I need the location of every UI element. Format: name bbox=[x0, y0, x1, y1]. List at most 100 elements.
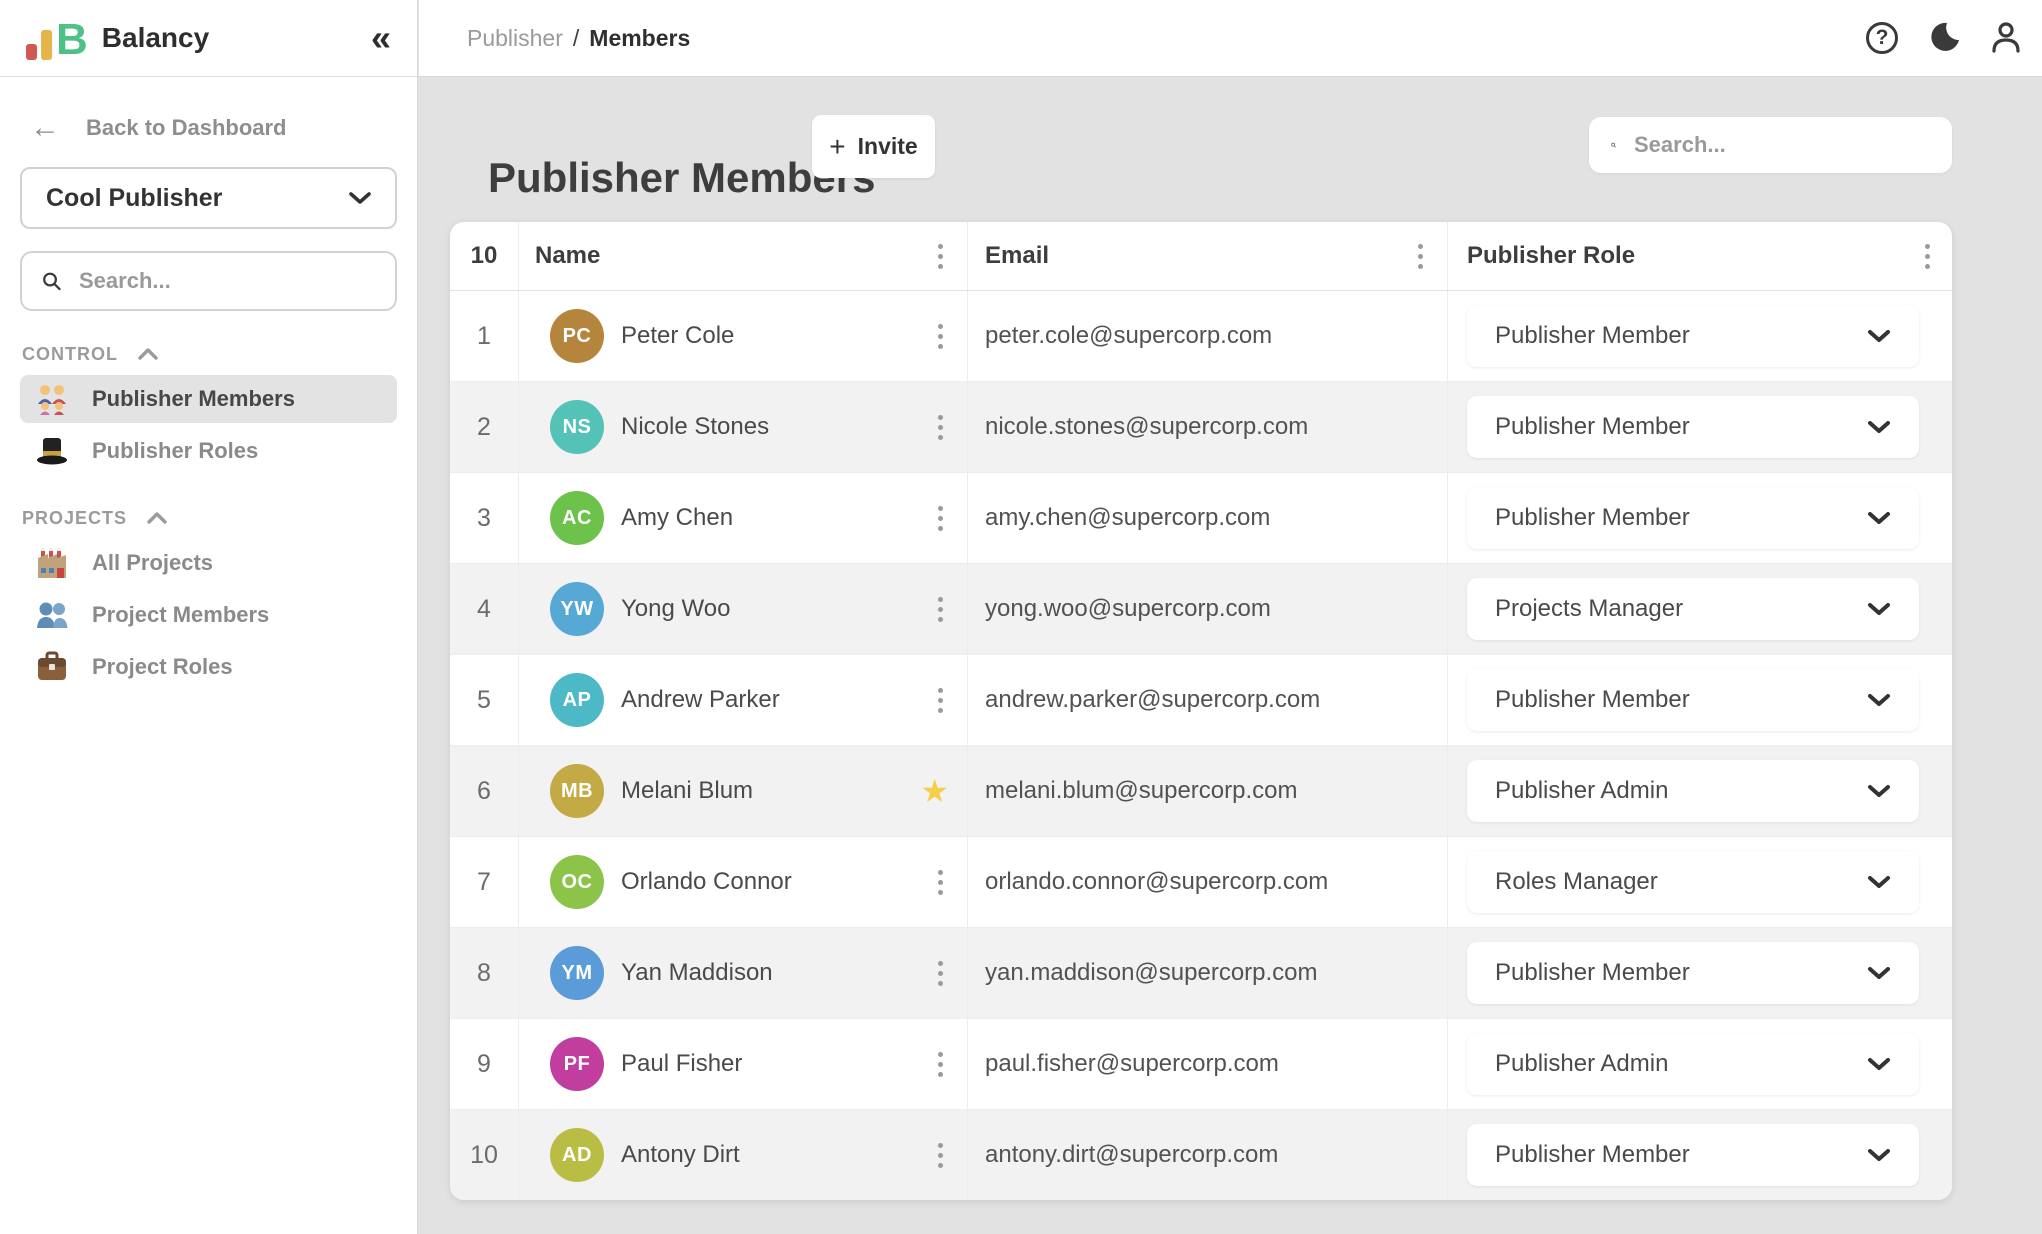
member-name-cell: AP Andrew Parker ★ bbox=[519, 655, 968, 745]
sidebar-item-label: Project Roles bbox=[92, 654, 233, 680]
section-control[interactable]: CONTROL bbox=[0, 341, 417, 367]
member-email-cell: nicole.stones@supercorp.com bbox=[968, 382, 1448, 472]
member-name-cell: NS Nicole Stones ★ bbox=[519, 382, 968, 472]
role-select[interactable]: Publisher Member bbox=[1467, 487, 1919, 549]
row-menu-icon[interactable] bbox=[932, 1046, 949, 1083]
member-role-cell: Publisher Member bbox=[1448, 291, 1952, 381]
sidebar-item-publisher-roles[interactable]: Publisher Roles bbox=[20, 427, 397, 475]
role-select[interactable]: Publisher Member bbox=[1467, 669, 1919, 731]
row-menu-icon[interactable] bbox=[932, 318, 949, 355]
role-select[interactable]: Projects Manager bbox=[1467, 578, 1919, 640]
factory-icon bbox=[34, 545, 70, 581]
sidebar-item-project-members[interactable]: Project Members bbox=[20, 591, 397, 639]
row-count-header: 10 bbox=[450, 222, 519, 290]
section-projects[interactable]: PROJECTS bbox=[0, 505, 417, 531]
table-row: 6 MB Melani Blum ★ melani.blum@supercorp… bbox=[450, 745, 1952, 836]
sidebar-search-input[interactable] bbox=[77, 267, 375, 295]
role-value: Publisher Member bbox=[1495, 959, 1690, 987]
sidebar-item-label: Publisher Members bbox=[92, 386, 295, 412]
avatar: AC bbox=[550, 491, 604, 545]
role-select[interactable]: Roles Manager bbox=[1467, 851, 1919, 913]
chevron-down-icon bbox=[1867, 420, 1891, 434]
name-column-menu-icon[interactable] bbox=[932, 238, 949, 275]
help-button[interactable]: ? bbox=[1862, 18, 1902, 58]
email-column-menu-icon[interactable] bbox=[1412, 238, 1429, 275]
sidebar-item-all-projects[interactable]: All Projects bbox=[20, 539, 397, 587]
table-row: 7 OC Orlando Connor ★ orlando.connor@sup… bbox=[450, 836, 1952, 927]
avatar: PC bbox=[550, 309, 604, 363]
row-menu-icon[interactable] bbox=[932, 682, 949, 719]
table-row: 4 YW Yong Woo ★ yong.woo@supercorp.com P… bbox=[450, 563, 1952, 654]
role-select[interactable]: Publisher Member bbox=[1467, 305, 1919, 367]
row-menu-icon[interactable] bbox=[932, 864, 949, 901]
row-number: 3 bbox=[450, 473, 519, 563]
briefcase-icon bbox=[34, 649, 70, 685]
avatar: YM bbox=[550, 946, 604, 1000]
row-menu-icon[interactable] bbox=[932, 1137, 949, 1174]
role-column-header: Publisher Role bbox=[1448, 222, 1952, 290]
member-name: Nicole Stones bbox=[621, 413, 769, 441]
member-name: Melani Blum bbox=[621, 777, 753, 805]
name-column-header: Name bbox=[519, 222, 968, 290]
star-icon[interactable]: ★ bbox=[920, 775, 949, 807]
dark-mode-button[interactable] bbox=[1924, 18, 1964, 58]
chevron-down-icon bbox=[1867, 693, 1891, 707]
member-email-cell: andrew.parker@supercorp.com bbox=[968, 655, 1448, 745]
logo-bar-red bbox=[26, 44, 37, 60]
app-name: Balancy bbox=[102, 22, 209, 54]
sidebar-item-publisher-members[interactable]: Publisher Members bbox=[20, 375, 397, 423]
row-number: 1 bbox=[450, 291, 519, 381]
back-to-dashboard-link[interactable]: ← Back to Dashboard bbox=[0, 113, 417, 143]
role-value: Publisher Member bbox=[1495, 686, 1690, 714]
member-email-cell: peter.cole@supercorp.com bbox=[968, 291, 1448, 381]
balancy-logo-icon: B bbox=[26, 16, 86, 60]
row-number: 4 bbox=[450, 564, 519, 654]
row-menu-icon[interactable] bbox=[932, 500, 949, 537]
plus-icon: + bbox=[829, 133, 845, 161]
role-select[interactable]: Publisher Member bbox=[1467, 942, 1919, 1004]
role-select[interactable]: Publisher Admin bbox=[1467, 760, 1919, 822]
members-search-input[interactable] bbox=[1632, 131, 1930, 159]
sidebar-item-label: Publisher Roles bbox=[92, 438, 258, 464]
table-row: 9 PF Paul Fisher ★ paul.fisher@supercorp… bbox=[450, 1018, 1952, 1109]
role-column-menu-icon[interactable] bbox=[1919, 238, 1936, 275]
member-role-cell: Roles Manager bbox=[1448, 837, 1952, 927]
member-role-cell: Projects Manager bbox=[1448, 564, 1952, 654]
chevron-down-icon bbox=[1867, 329, 1891, 343]
row-menu-icon[interactable] bbox=[932, 955, 949, 992]
table-row: 8 YM Yan Maddison ★ yan.maddison@superco… bbox=[450, 927, 1952, 1018]
role-select[interactable]: Publisher Admin bbox=[1467, 1033, 1919, 1095]
role-value: Roles Manager bbox=[1495, 868, 1658, 896]
member-email: andrew.parker@supercorp.com bbox=[985, 686, 1320, 714]
table-body: 1 PC Peter Cole ★ peter.cole@supercorp.c… bbox=[450, 291, 1952, 1200]
avatar: AP bbox=[550, 673, 604, 727]
chevron-down-icon bbox=[1867, 875, 1891, 889]
member-email: orlando.connor@supercorp.com bbox=[985, 868, 1328, 896]
breadcrumb-separator: / bbox=[573, 25, 579, 52]
chevron-down-icon bbox=[1867, 1057, 1891, 1071]
person-icon bbox=[1988, 20, 2024, 56]
member-name-cell: YM Yan Maddison ★ bbox=[519, 928, 968, 1018]
members-search bbox=[1589, 117, 1952, 173]
row-number: 8 bbox=[450, 928, 519, 1018]
breadcrumb-parent[interactable]: Publisher bbox=[467, 25, 563, 52]
control-nav-list: Publisher Members Publisher Roles bbox=[0, 375, 417, 475]
profile-button[interactable] bbox=[1986, 18, 2026, 58]
row-number: 10 bbox=[450, 1110, 519, 1200]
member-email-cell: orlando.connor@supercorp.com bbox=[968, 837, 1448, 927]
sidebar-collapse-icon[interactable]: « bbox=[371, 20, 391, 56]
member-name-cell: PC Peter Cole ★ bbox=[519, 291, 968, 381]
role-select[interactable]: Publisher Member bbox=[1467, 396, 1919, 458]
invite-button[interactable]: + Invite bbox=[812, 115, 935, 178]
row-menu-icon[interactable] bbox=[932, 409, 949, 446]
row-number: 9 bbox=[450, 1019, 519, 1109]
sidebar-item-project-roles[interactable]: Project Roles bbox=[20, 643, 397, 691]
chevron-down-icon bbox=[1867, 966, 1891, 980]
publisher-select[interactable]: Cool Publisher bbox=[20, 167, 397, 229]
role-value: Publisher Member bbox=[1495, 504, 1690, 532]
role-select[interactable]: Publisher Member bbox=[1467, 1124, 1919, 1186]
row-number: 7 bbox=[450, 837, 519, 927]
row-menu-icon[interactable] bbox=[932, 591, 949, 628]
role-value: Publisher Admin bbox=[1495, 1050, 1668, 1078]
role-header-label: Publisher Role bbox=[1467, 242, 1635, 270]
